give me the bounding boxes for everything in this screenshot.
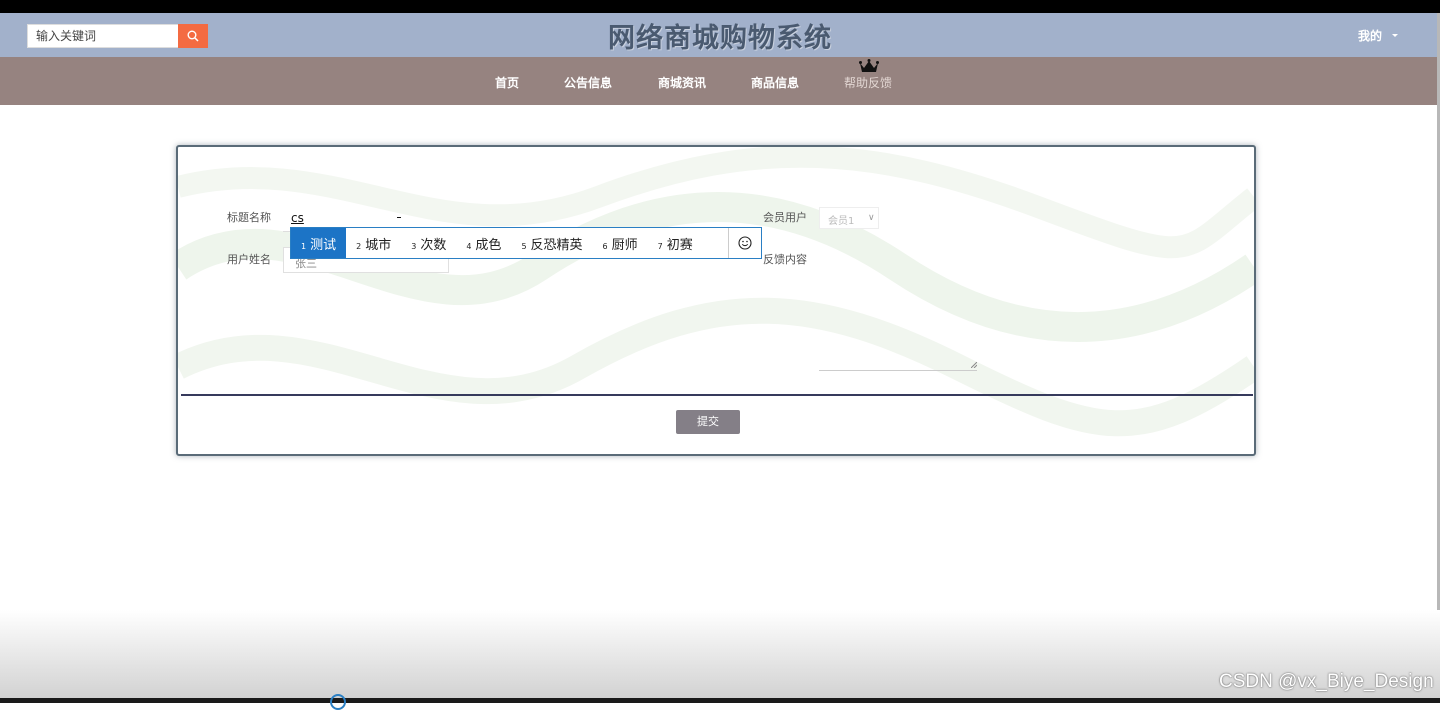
content-label: 反馈内容 <box>763 253 807 266</box>
ime-candidate[interactable]: 4 成色 <box>456 228 511 258</box>
member-user-value: 会员1 <box>828 216 855 227</box>
ime-candidate[interactable]: 6 厨师 <box>593 228 648 258</box>
resize-handle-icon[interactable] <box>971 362 977 368</box>
title-label: 标题名称 <box>227 211 271 224</box>
crown-icon <box>859 59 879 72</box>
user-name-label: 用户姓名 <box>227 253 271 266</box>
ime-candidate[interactable]: 2 城市 <box>346 228 401 258</box>
site-title: 网络商城购物系统 <box>608 23 832 54</box>
select-chevron-icon: ∨ <box>868 213 875 223</box>
user-menu[interactable]: 我的 <box>1358 27 1382 44</box>
content-textarea[interactable] <box>819 246 977 371</box>
main-nav: 首页 公告信息 商城资讯 商品信息 帮助反馈 <box>0 57 1440 105</box>
top-window-strip <box>0 0 1440 13</box>
ime-candidate-bar: 1 测试 2 城市 3 次数 4 成色 5 反恐精英 6 厨师 7 初赛 <box>290 227 762 259</box>
cursor-indicator-icon <box>330 694 346 710</box>
ime-candidate[interactable]: 7 初赛 <box>648 228 703 258</box>
ime-candidate[interactable]: 5 反恐精英 <box>511 228 592 258</box>
wave-background <box>178 147 1254 437</box>
ime-candidate[interactable]: 3 次数 <box>401 228 456 258</box>
nav-item-announcements[interactable]: 公告信息 <box>564 74 612 91</box>
smiley-glyph <box>738 236 752 250</box>
ime-candidate[interactable]: 1 测试 <box>291 228 347 258</box>
ime-composition-text: cs <box>291 211 304 225</box>
site-header: 网络商城购物系统 我的 <box>0 13 1440 57</box>
feedback-form-card: 标题名称 用户姓名 张三 会员用户 会员1 ∨ 反馈内容 提交 <box>176 145 1256 456</box>
chevron-down-icon[interactable] <box>1392 34 1398 37</box>
nav-item-feedback[interactable]: 帮助反馈 <box>844 74 892 91</box>
watermark: CSDN @vx_Biye_Design <box>1219 671 1434 692</box>
nav-item-products[interactable]: 商品信息 <box>751 74 799 91</box>
submit-button[interactable]: 提交 <box>676 410 740 434</box>
nav-item-home[interactable]: 首页 <box>495 74 519 91</box>
smiley-icon[interactable] <box>728 228 761 258</box>
nav-item-news[interactable]: 商城资讯 <box>658 74 706 91</box>
form-divider <box>181 394 1253 396</box>
bottom-window-strip <box>0 698 1440 703</box>
member-user-label: 会员用户 <box>763 211 807 224</box>
